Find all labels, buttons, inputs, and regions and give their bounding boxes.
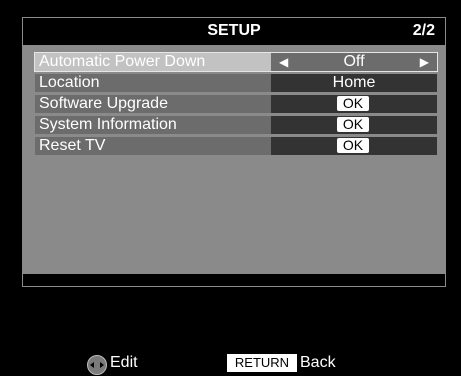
title-bar: SETUP 2/2 xyxy=(23,18,445,45)
selector-value: Off xyxy=(343,53,365,70)
ok-button[interactable]: OK xyxy=(337,96,369,111)
value-selector[interactable]: ◀ Off ▶ xyxy=(271,53,437,71)
setup-menu-panel: SETUP 2/2 Automatic Power Down ◀ Off ▶ L… xyxy=(22,17,446,287)
menu-item-software-upgrade[interactable]: Software Upgrade OK xyxy=(35,95,437,113)
menu-item-label: System Information xyxy=(39,116,177,133)
menu-item-label: Automatic Power Down xyxy=(39,53,206,70)
menu-item-system-information[interactable]: System Information OK xyxy=(35,116,437,134)
menu-item-automatic-power-down[interactable]: Automatic Power Down ◀ Off ▶ xyxy=(34,52,438,72)
value-display: Home xyxy=(271,74,437,92)
panel-bottom-strip xyxy=(23,274,445,286)
edit-hint-label: Edit xyxy=(110,354,138,371)
value-box: OK xyxy=(271,95,437,113)
arrow-right-icon[interactable]: ▶ xyxy=(420,53,429,71)
location-value: Home xyxy=(332,74,376,91)
dpad-left-right-icon xyxy=(87,355,107,375)
return-key-badge[interactable]: RETURN xyxy=(227,354,297,372)
page-indicator: 2/2 xyxy=(412,22,435,39)
menu-item-label: Software Upgrade xyxy=(39,95,168,112)
value-box: OK xyxy=(271,116,437,134)
value-box: OK xyxy=(271,137,437,155)
menu-item-reset-tv[interactable]: Reset TV OK xyxy=(35,137,437,155)
back-hint-label: Back xyxy=(300,354,336,371)
ok-button[interactable]: OK xyxy=(337,117,369,132)
menu-item-location[interactable]: Location Home xyxy=(35,74,437,92)
menu-item-label: Location xyxy=(39,74,100,91)
menu-item-label: Reset TV xyxy=(39,137,106,154)
ok-button[interactable]: OK xyxy=(337,138,369,153)
page-title: SETUP xyxy=(207,22,261,39)
